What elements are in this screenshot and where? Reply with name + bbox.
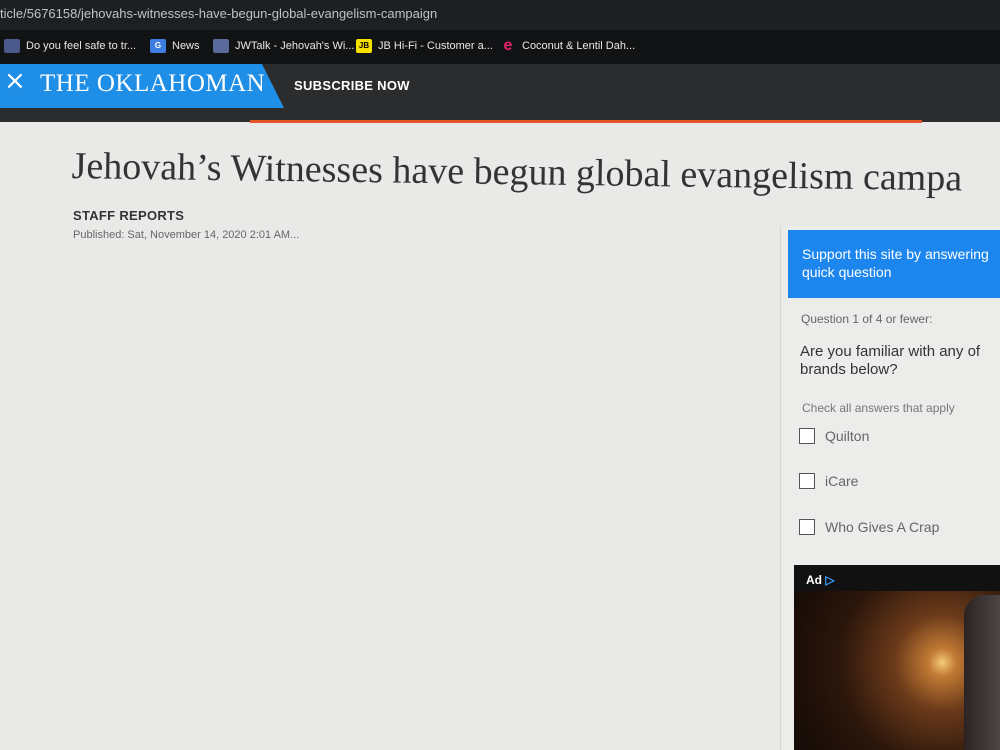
address-bar[interactable]: ticle/5676158/jehovahs-witnesses-have-be…	[0, 0, 1000, 30]
survey-option-label[interactable]: iCare	[825, 473, 858, 489]
survey-question-line1: Are you familiar with any of	[800, 343, 981, 360]
bookmark-label: Do you feel safe to tr...	[26, 40, 137, 52]
ad-container[interactable]: Ad ▷	[794, 565, 1000, 750]
article-byline[interactable]: STAFF REPORTS	[73, 208, 184, 223]
checkbox[interactable]	[799, 473, 815, 489]
header-accent-line	[250, 120, 922, 123]
survey-option[interactable]: Quilton	[799, 428, 869, 444]
survey-option[interactable]: Who Gives A Crap	[799, 519, 939, 535]
close-icon[interactable]: ×	[4, 66, 26, 96]
survey-question-line2: brands below?	[800, 361, 898, 378]
bookmark-label: JWTalk - Jehovah's Wi...	[235, 40, 355, 52]
site-header: × THE OKLAHOMAN SUBSCRIBE NOW	[0, 64, 1000, 123]
adchoices-icon[interactable]: ▷	[825, 573, 834, 587]
survey-option[interactable]: iCare	[799, 473, 858, 489]
checkbox[interactable]	[799, 428, 815, 444]
survey-option-label[interactable]: Who Gives A Crap	[825, 519, 939, 535]
news-favicon-icon: G	[150, 39, 166, 53]
checkbox[interactable]	[799, 519, 815, 535]
bookmark-item[interactable]: G News	[150, 39, 200, 53]
bookmark-label: News	[172, 40, 200, 52]
bookmark-item[interactable]: JWTalk - Jehovah's Wi...	[213, 39, 354, 53]
brand-bar[interactable]: × THE OKLAHOMAN	[0, 64, 284, 108]
survey-header: Support this site by answering quick que…	[788, 230, 1000, 298]
jwtalk-favicon-icon	[213, 39, 229, 53]
url-text[interactable]: ticle/5676158/jehovahs-witnesses-have-be…	[0, 6, 437, 21]
ad-person-silhouette	[964, 595, 1000, 750]
ad-label[interactable]: Ad ▷	[806, 573, 835, 587]
survey-option-label[interactable]: Quilton	[825, 428, 869, 444]
site-logo[interactable]: THE OKLAHOMAN	[40, 70, 265, 98]
question-number: Question 1 of 4 or fewer:	[801, 312, 933, 326]
ad-label-text: Ad	[806, 573, 822, 587]
survey-header-line2: quick question	[802, 264, 892, 280]
bookmark-label: Coconut & Lentil Dah...	[522, 40, 636, 52]
bookmark-label: JB Hi-Fi - Customer a...	[378, 40, 493, 52]
survey-header-line1: Support this site by answering	[802, 246, 989, 262]
bookmark-item[interactable]: JB JB Hi-Fi - Customer a...	[356, 39, 493, 53]
jbhifi-favicon-icon: JB	[356, 39, 372, 53]
e-favicon-icon: e	[503, 37, 513, 54]
bookmark-favicon-icon	[4, 39, 20, 53]
published-date: Published: Sat, November 14, 2020 2:01 A…	[73, 229, 300, 241]
bookmarks-bar: Do you feel safe to tr... G News JWTalk …	[0, 30, 1000, 64]
survey-question: Are you familiar with any of brands belo…	[800, 343, 980, 379]
article-title: Jehovah’s Witnesses have begun global ev…	[71, 144, 963, 200]
subscribe-button[interactable]: SUBSCRIBE NOW	[294, 78, 410, 93]
survey-instruction: Check all answers that apply	[802, 401, 955, 415]
bookmark-item[interactable]: Do you feel safe to tr...	[4, 39, 136, 53]
bookmark-item[interactable]: e Coconut & Lentil Dah...	[500, 37, 636, 54]
